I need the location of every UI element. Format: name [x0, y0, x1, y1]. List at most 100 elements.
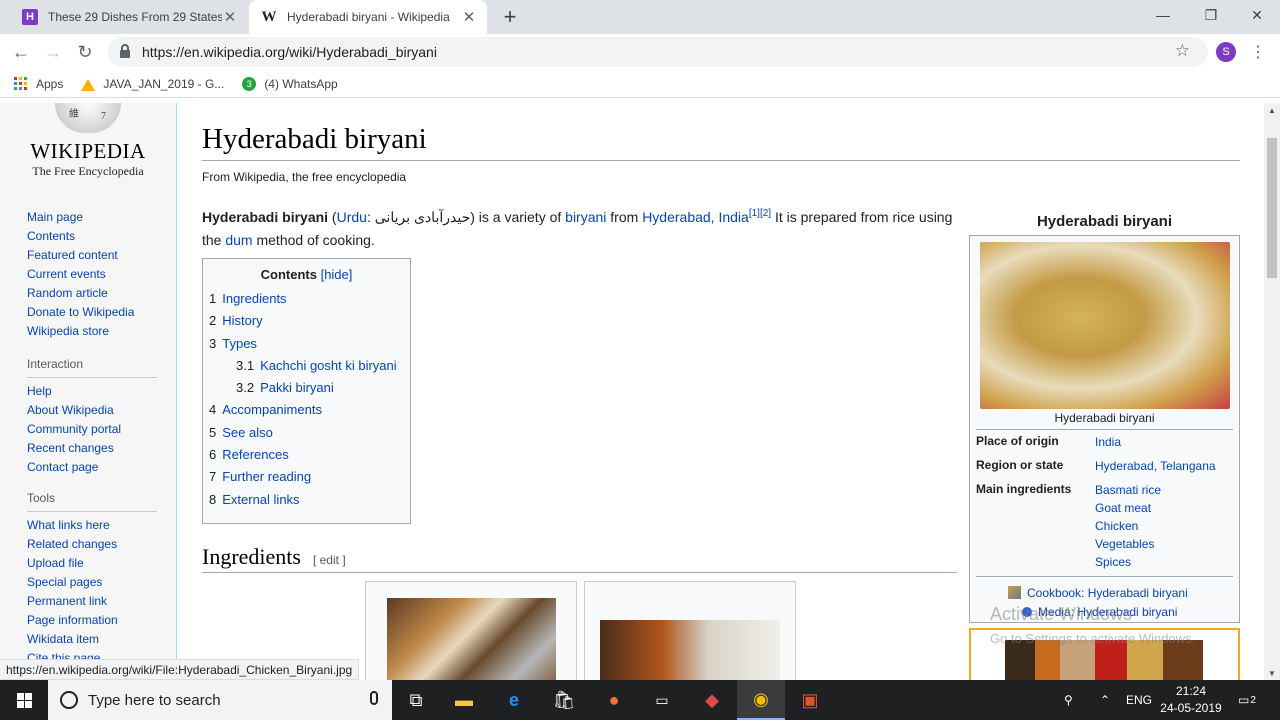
close-tab-icon[interactable]: ✕	[222, 8, 238, 26]
new-tab-button[interactable]: +	[498, 5, 522, 29]
restore-button[interactable]: ❐	[1188, 0, 1234, 30]
nav-link[interactable]: Wikidata item	[27, 630, 157, 649]
nav-link[interactable]: Wikipedia store	[27, 322, 157, 341]
people-icon[interactable]: ⚲	[1064, 680, 1073, 720]
infobox-link[interactable]: Chicken	[1095, 519, 1138, 533]
infobox-link[interactable]: Spices	[1095, 555, 1131, 569]
nav-link[interactable]: Help	[27, 382, 157, 401]
toc-link[interactable]: Ingredients	[222, 291, 286, 306]
toc-link[interactable]: See also	[222, 425, 273, 440]
infobox-link[interactable]: India	[1095, 435, 1121, 449]
toc-link[interactable]: Accompaniments	[222, 402, 322, 417]
toc-item[interactable]: 4 Accompaniments	[209, 399, 404, 421]
nav-link[interactable]: Donate to Wikipedia	[27, 303, 157, 322]
urdu-link[interactable]: Urdu	[337, 209, 367, 225]
toc-item[interactable]: 2 History	[209, 310, 404, 332]
section-edit-link[interactable]: [ edit ]	[313, 553, 346, 567]
taskbar-search-box[interactable]: Type here to search	[48, 680, 392, 720]
nav-link[interactable]: Featured content	[27, 246, 157, 265]
bookmark-whatsapp[interactable]: 3 (4) WhatsApp	[242, 76, 338, 91]
hyderabad-link[interactable]: Hyderabad, India	[642, 209, 749, 225]
terminal-icon[interactable]: ▭	[638, 680, 686, 720]
infobox-link[interactable]: Basmati rice	[1095, 483, 1161, 497]
accompaniment-thumbnail-image[interactable]	[600, 620, 780, 680]
scroll-down-arrow-icon[interactable]: ▼	[1264, 669, 1280, 678]
bookmark-star-icon[interactable]: ☆	[1175, 41, 1190, 61]
biryani-link[interactable]: biryani	[565, 209, 606, 225]
reference-link[interactable]: [1][2]	[749, 208, 771, 219]
tab-other[interactable]: H These 29 Dishes From 29 States I ✕	[10, 0, 248, 34]
infobox-link[interactable]: Goat meat	[1095, 501, 1151, 515]
edge-browser-icon[interactable]: e	[490, 680, 538, 720]
scrollbar-thumb[interactable]	[1267, 138, 1277, 278]
nav-link[interactable]: Current events	[27, 265, 157, 284]
url-text[interactable]: https://en.wikipedia.org/wiki/Hyderabadi…	[142, 44, 437, 60]
infobox-link[interactable]: Vegetables	[1095, 537, 1154, 551]
nav-link[interactable]: Main page	[27, 208, 157, 227]
google-drive-icon	[81, 77, 96, 91]
nav-link[interactable]: Permanent link	[27, 592, 157, 611]
toc-item[interactable]: 1 Ingredients	[209, 288, 404, 310]
nav-link[interactable]: Contact page	[27, 458, 157, 477]
nav-link[interactable]: Page information	[27, 611, 157, 630]
toc-hide-link[interactable]: [hide]	[321, 267, 353, 282]
input-language[interactable]: ENG	[1126, 680, 1152, 720]
nav-link[interactable]: About Wikipedia	[27, 401, 157, 420]
start-button[interactable]	[0, 680, 48, 720]
nav-link[interactable]: Community portal	[27, 420, 157, 439]
toc-link[interactable]: History	[222, 313, 262, 328]
menu-kebab-icon[interactable]: ⋮	[1250, 42, 1266, 62]
task-view-icon[interactable]: ⧉	[392, 680, 440, 720]
toc-item[interactable]: 8 External links	[209, 489, 404, 511]
minimize-button[interactable]: —	[1140, 0, 1186, 30]
microphone-icon[interactable]	[370, 691, 378, 705]
infobox-image[interactable]	[979, 242, 1230, 409]
toc-link[interactable]: External links	[222, 492, 299, 507]
page-scrollbar[interactable]: ▲ ▼	[1264, 103, 1280, 680]
nav-link[interactable]: What links here	[27, 516, 157, 535]
forward-icon[interactable]: →	[40, 39, 66, 65]
toc-link[interactable]: Kachchi gosht ki biryani	[260, 358, 397, 373]
toc-item[interactable]: 3.2 Pakki biryani	[209, 377, 404, 399]
close-window-button[interactable]: ✕	[1234, 0, 1280, 30]
nav-link[interactable]: Recent changes	[27, 439, 157, 458]
nav-link[interactable]: Related changes	[27, 535, 157, 554]
cookbook-link[interactable]: Cookbook: Hyderabadi biryani	[1027, 585, 1188, 601]
toc-item[interactable]: 6 References	[209, 444, 404, 466]
tray-chevron-up-icon[interactable]: ⌃	[1100, 680, 1110, 720]
close-tab-icon[interactable]: ✕	[461, 8, 477, 26]
dum-link[interactable]: dum	[225, 232, 252, 248]
nav-link[interactable]: Upload file	[27, 554, 157, 573]
biryani-thumbnail-image[interactable]	[387, 598, 556, 680]
tab-active[interactable]: W Hyderabadi biryani - Wikipedia ✕	[249, 0, 487, 34]
toc-item[interactable]: 3 Types	[209, 333, 404, 355]
scroll-up-arrow-icon[interactable]: ▲	[1264, 106, 1280, 115]
powerpoint-icon[interactable]: ▣	[786, 680, 834, 720]
profile-avatar[interactable]: S	[1216, 42, 1236, 62]
bookmark-apps[interactable]: Apps	[14, 76, 63, 91]
system-clock[interactable]: 21:24 24-05-2019	[1156, 683, 1226, 717]
file-explorer-icon[interactable]: ▬	[440, 680, 488, 720]
chrome-icon[interactable]: ◉	[737, 680, 785, 720]
toc-link[interactable]: Pakki biryani	[260, 380, 334, 395]
action-center-icon[interactable]: ▭ 2	[1238, 680, 1256, 720]
toc-link[interactable]: Further reading	[222, 469, 311, 484]
toc-link[interactable]: References	[222, 447, 288, 462]
wikipedia-logo[interactable]: 維7 WIKIPEDIA The Free Encyclopedia	[28, 103, 148, 179]
back-icon[interactable]: ←	[8, 39, 34, 65]
spices-image[interactable]	[1005, 640, 1203, 680]
store-icon[interactable]: 🛍	[540, 680, 588, 720]
toc-link[interactable]: Types	[222, 336, 257, 351]
infobox-link[interactable]: Hyderabad, Telangana	[1095, 459, 1216, 473]
nav-link[interactable]: Contents	[27, 227, 157, 246]
acrobat-icon[interactable]: ◆	[688, 680, 736, 720]
toc-item[interactable]: 7 Further reading	[209, 466, 404, 488]
nav-link[interactable]: Random article	[27, 284, 157, 303]
bookmark-drive[interactable]: JAVA_JAN_2019 - G...	[81, 77, 224, 91]
reload-icon[interactable]: ↻	[72, 39, 98, 65]
nav-link[interactable]: Special pages	[27, 573, 157, 592]
address-bar[interactable]: https://en.wikipedia.org/wiki/Hyderabadi…	[108, 37, 1208, 67]
toc-item[interactable]: 3.1 Kachchi gosht ki biryani	[209, 355, 404, 377]
toc-item[interactable]: 5 See also	[209, 422, 404, 444]
firefox-icon[interactable]: ●	[590, 680, 638, 720]
